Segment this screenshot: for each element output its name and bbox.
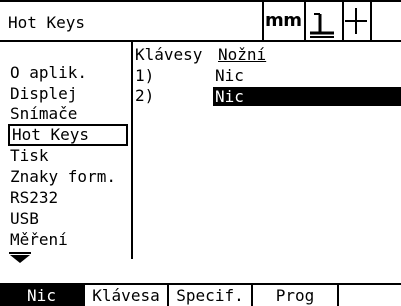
softkey-specif[interactable]: Specif. — [169, 285, 253, 306]
row-1-index: 1) — [135, 66, 155, 85]
row-2-value-selected[interactable]: Nic — [213, 87, 401, 106]
softkey-empty[interactable] — [339, 285, 401, 306]
row-1-value[interactable]: Nic — [215, 67, 244, 85]
screen-title: Hot Keys — [8, 13, 86, 32]
menu-item-label: Displej — [10, 84, 78, 103]
menu-item-label: USB — [10, 209, 39, 228]
menu-item-label: Měření — [10, 230, 68, 249]
datum-button[interactable] — [304, 0, 344, 42]
menu-item-print[interactable]: Tisk — [10, 145, 49, 167]
menu-item-form-chars[interactable]: Znaky form. — [10, 166, 116, 188]
status-cell-empty — [370, 0, 401, 42]
title-bar: Hot Keys mm — [0, 0, 401, 42]
units-button[interactable]: mm — [262, 0, 306, 42]
scroll-indicator-bar — [9, 252, 31, 254]
heading-label: Klávesy — [135, 45, 203, 64]
hot-keys-panel: Klávesy Nožní 1) Nic 2) Nic — [133, 42, 401, 259]
down-arrow-icon[interactable] — [10, 255, 30, 263]
softkey-klavesa[interactable]: Klávesa — [85, 285, 169, 306]
menu-item-about[interactable]: O aplik. — [10, 62, 87, 84]
menu-item-label: RS232 — [10, 188, 59, 207]
menu-item-display[interactable]: Displej — [10, 83, 77, 105]
softkey-prog[interactable]: Prog — [253, 285, 339, 306]
menu-item-measure[interactable]: Měření — [10, 229, 68, 251]
menu-item-hot-keys[interactable]: Hot Keys — [8, 124, 128, 146]
menu-item-rs232[interactable]: RS232 — [10, 187, 58, 209]
menu-item-label: Snímače — [10, 104, 78, 123]
softkey-bar: Nic Klávesa Specif. Prog — [0, 283, 401, 306]
menu-item-usb[interactable]: USB — [10, 208, 39, 230]
row-2-index: 2) — [135, 86, 155, 105]
menu-item-label: Znaky form. — [10, 167, 116, 186]
setup-menu: O aplik. Displej Snímače Hot Keys Tisk Z… — [0, 40, 133, 263]
dro-screen: Hot Keys mm O aplik. Displej Snímače Hot… — [0, 0, 401, 306]
heading-keyword[interactable]: Nožní — [218, 46, 266, 64]
crosshair-icon — [345, 8, 367, 34]
menu-item-label: Tisk — [10, 146, 49, 165]
datum-tool-icon — [310, 13, 334, 38]
title-box: Hot Keys — [0, 0, 264, 42]
menu-item-label: O aplik. — [10, 63, 88, 82]
units-label: mm — [265, 10, 302, 31]
crosshair-button[interactable] — [342, 0, 372, 42]
softkey-nic[interactable]: Nic — [0, 285, 85, 306]
menu-item-probes[interactable]: Snímače — [10, 103, 77, 125]
menu-item-label: Hot Keys — [12, 125, 90, 144]
